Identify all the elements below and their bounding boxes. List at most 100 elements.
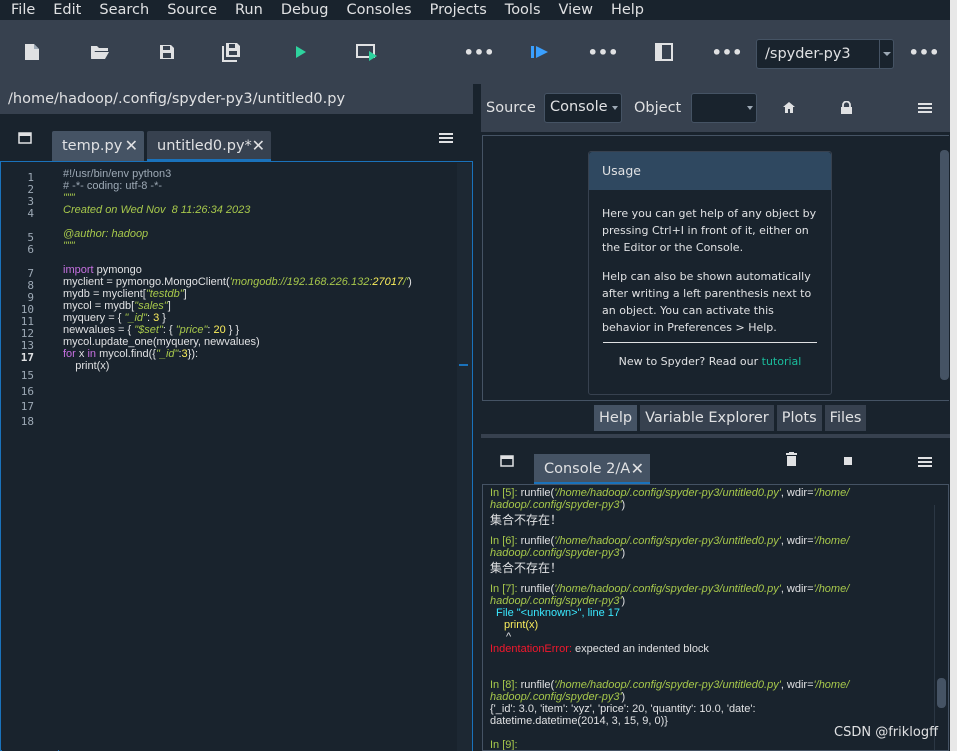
run-cell-icon[interactable] [352,20,382,84]
menu-source[interactable]: Source [158,0,226,20]
debug-icon[interactable] [526,20,554,84]
console-string: '/home/ [813,487,850,499]
menu-bar: File Edit Search Source Run Debug Consol… [0,0,950,20]
menu-consoles[interactable]: Consoles [338,0,421,20]
console-output: datetime.datetime(2014, 3, 15, 9, 0)} [490,715,668,727]
save-icon[interactable] [153,20,181,84]
editor-tabbar: temp.py ✕ untitled0.py* ✕ [0,114,473,161]
menu-run[interactable]: Run [226,0,272,20]
new-file-icon[interactable] [18,20,46,84]
tab-help[interactable]: Help [594,405,638,431]
menu-projects[interactable]: Projects [421,0,496,20]
menu-file[interactable]: File [2,0,44,20]
console-line: hadoop/.config/spyder-py3') [490,691,626,703]
hamburger-menu-icon[interactable] [918,456,932,468]
close-icon[interactable]: ✕ [631,454,644,484]
browse-tabs-icon[interactable] [18,132,32,144]
tab-console[interactable]: Console 2/A ✕ [534,454,650,484]
open-folder-icon[interactable] [86,20,114,84]
usage-new-text: New to Spyder? Read our [618,355,759,368]
console-string: '/home/ [813,679,850,691]
scrollbar-marker [459,364,468,366]
close-icon[interactable]: ✕ [125,131,138,161]
lock-icon[interactable] [841,101,852,114]
console-string: hadoop/.config/spyder-py3' [490,691,622,703]
scrollbar-thumb[interactable] [937,678,946,708]
code-line: #!/usr/bin/env python3 [63,168,172,180]
code-line-mycol: mycol = mydb["sales"] [63,300,171,312]
console-string: '/home/hadoop/.config/spyder-py3/untitle… [554,679,781,691]
object-combo[interactable] [691,93,757,123]
prompt: In [7]: [490,583,518,595]
tutorial-link[interactable]: tutorial [762,355,802,368]
menu-debug[interactable]: Debug [272,0,338,20]
save-all-icon[interactable] [218,20,246,84]
menu-search[interactable]: Search [90,0,158,20]
chevron-down-icon[interactable] [747,106,753,110]
editor-scrollbar[interactable] [457,163,472,751]
console-string: '/home/hadoop/.config/spyder-py3/untitle… [554,487,781,499]
stop-icon[interactable] [844,457,852,465]
code-line-newvalues: newvalues = { "$set": { "price": 20 } } [63,324,240,336]
line-number: 18 [20,415,34,428]
tab-variable-explorer[interactable]: Variable Explorer [640,405,774,431]
chevron-down-icon[interactable] [612,106,618,110]
working-directory-value: /spyder-py3 [765,46,851,62]
code-line: print(x) [63,360,110,372]
console-output: 集合不存在！ [490,561,563,575]
usage-footer: New to Spyder? Read our tutorial [589,353,831,370]
code-line: """ [63,240,75,252]
code-line-import: import pymongo [63,264,142,276]
hamburger-menu-icon[interactable] [918,102,932,114]
close-icon[interactable]: ✕ [252,131,265,161]
working-directory-combo[interactable]: /spyder-py3 [756,39,894,69]
chevron-down-icon[interactable] [879,40,893,68]
tab-files[interactable]: Files [824,405,867,431]
more-icon[interactable]: ••• [712,20,743,84]
menu-tools[interactable]: Tools [496,0,550,20]
run-icon[interactable] [287,20,315,84]
code-editor[interactable]: 1 2 3 4 5 6 7 8 9 10 11 12 13 17 15 16 1… [0,161,473,751]
help-viewer: Usage Here you can get help of any objec… [482,135,950,401]
help-scrollbar[interactable] [938,136,950,400]
error-message: expected an indented block [575,643,709,655]
menu-help[interactable]: Help [602,0,653,20]
tab-untitled0-py[interactable]: untitled0.py* ✕ [147,131,271,161]
console-string: '/home/ [813,583,850,595]
code-text-area[interactable]: #!/usr/bin/env python3 # -*- coding: utf… [59,163,457,751]
code-line-for: for x in mycol.find({"_id":3}): [63,348,199,360]
console-line: hadoop/.config/spyder-py3') [490,595,626,607]
more-icon[interactable]: ••• [909,20,940,84]
code-line: """ [63,192,75,204]
more-icon[interactable]: ••• [588,20,619,84]
trash-icon[interactable] [786,452,797,466]
prompt: In [6]: [490,535,518,547]
usage-card: Usage Here you can get help of any objec… [588,151,832,395]
menu-view[interactable]: View [550,0,602,20]
console-string: hadoop/.config/spyder-py3' [490,595,622,607]
tab-temp-py[interactable]: temp.py ✕ [52,131,144,161]
code-line: # -*- coding: utf-8 -*- [63,180,163,192]
console-line: In [5]: runfile('/home/hadoop/.config/sp… [490,487,850,499]
console-string: '/home/hadoop/.config/spyder-py3/untitle… [554,535,781,547]
pane-splitter[interactable] [473,84,481,751]
maximize-pane-icon[interactable] [650,20,678,84]
console-line: hadoop/.config/spyder-py3') [490,547,626,559]
tab-plots[interactable]: Plots [776,405,822,431]
usage-title: Usage [589,152,831,190]
hamburger-menu-icon[interactable] [439,132,453,144]
source-combo-value: Console [550,99,608,115]
source-combo[interactable]: Console [544,93,622,123]
console-scrollbar[interactable] [934,505,946,750]
right-pane: Source Console Object Usage Here you can… [481,84,950,751]
more-icon[interactable]: ••• [464,20,495,84]
scrollbar-thumb[interactable] [940,150,949,380]
traceback-code: print(x) [504,619,539,631]
ipython-console[interactable]: In [5]: runfile('/home/hadoop/.config/sp… [482,484,949,751]
console-string: '/home/ [813,535,850,547]
browse-tabs-icon[interactable] [500,455,514,467]
menu-edit[interactable]: Edit [44,0,90,20]
prompt: In [9]: [490,739,518,751]
home-icon[interactable] [783,102,795,113]
spyder-window: File Edit Search Source Run Debug Consol… [0,0,957,751]
